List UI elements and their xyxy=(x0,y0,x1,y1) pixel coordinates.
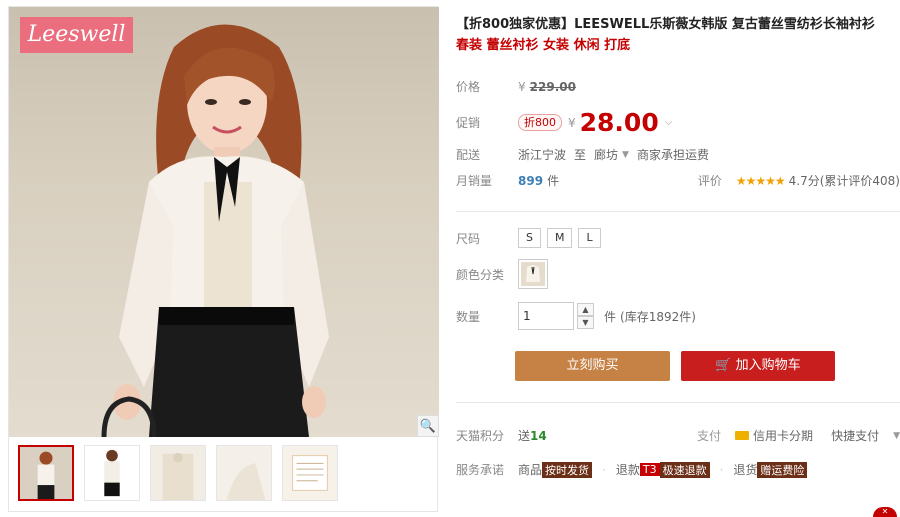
size-option-s[interactable]: S xyxy=(518,228,541,248)
size-option-l[interactable]: L xyxy=(578,228,601,248)
sales-unit: 件 xyxy=(547,174,560,188)
t3-badge: T3 xyxy=(639,463,660,476)
payment-label: 支付 xyxy=(697,429,722,443)
increment-icon[interactable]: ▲ xyxy=(577,303,594,316)
size-row: 尺码 S M L xyxy=(456,228,607,248)
on-time-delivery-tag[interactable]: 按时发货 xyxy=(542,461,593,478)
goods-prefix: 商品 xyxy=(518,463,543,477)
price-label: 价格 xyxy=(456,80,481,94)
shipping-destination[interactable]: 廊坊 xyxy=(594,146,618,163)
color-row: 颜色分类 xyxy=(456,259,548,289)
stock-info: (库存1892件) xyxy=(620,309,696,324)
tmall-points-label: 天猫积分 xyxy=(456,429,505,443)
color-swatch[interactable] xyxy=(518,259,548,289)
promo-price: 28.00 xyxy=(579,108,659,137)
separator: · xyxy=(602,462,606,477)
shipping-to-word: 至 xyxy=(574,148,587,162)
chevron-down-icon[interactable]: ▼ xyxy=(893,431,900,441)
product-gallery: Leeswell 🔍 xyxy=(8,6,439,512)
feedback-icon[interactable]: ✕ xyxy=(873,507,897,517)
sales-count: 899 xyxy=(518,173,544,188)
return-prefix: 退货 xyxy=(733,463,758,477)
rating-count[interactable]: (累计评价408) xyxy=(820,172,900,189)
divider xyxy=(456,211,900,212)
credit-card-icon xyxy=(735,431,750,440)
size-option-m[interactable]: M xyxy=(546,228,573,248)
main-product-image[interactable]: Leeswell 🔍 xyxy=(9,7,439,437)
fast-refund-tag[interactable]: 极速退款 xyxy=(659,461,710,478)
thumbnail-4[interactable] xyxy=(216,445,272,501)
brand-logo: Leeswell xyxy=(20,17,133,53)
service-label: 服务承诺 xyxy=(456,463,505,477)
cart-icon: 🛒 xyxy=(715,358,732,373)
points-value: 14 xyxy=(530,428,547,443)
refund-prefix: 退款 xyxy=(615,463,640,477)
blouse-icon xyxy=(521,262,545,286)
divider xyxy=(456,402,900,403)
color-label: 颜色分类 xyxy=(456,267,505,282)
thumbnail-3[interactable] xyxy=(150,445,206,501)
promo-currency: ¥ xyxy=(568,115,576,130)
add-to-cart-button[interactable]: 🛒 加入购物车 xyxy=(681,351,835,381)
quantity-row: 数量 ▲ ▼ 件 (库存1892件) xyxy=(456,302,696,330)
price-currency: ¥ xyxy=(518,79,526,94)
product-title: 【折800独家优惠】LEESWELL乐斯薇女韩版 复古蕾丝雪纺衫长袖衬衫 xyxy=(456,17,875,32)
thumbnail-2[interactable] xyxy=(84,445,140,501)
thumbnail-5[interactable] xyxy=(282,445,338,501)
chevron-down-icon[interactable]: ▼ xyxy=(622,150,629,160)
size-label: 尺码 xyxy=(456,231,481,246)
return-insurance-tag[interactable]: 赠运费险 xyxy=(757,461,808,478)
promo-badge: 折800 xyxy=(518,114,562,131)
quantity-label: 数量 xyxy=(456,309,481,324)
product-info-panel: 【折800独家优惠】LEESWELL乐斯薇女韩版 复古蕾丝雪纺衫长袖衬衫 春装 … xyxy=(456,14,900,478)
add-to-cart-label: 加入购物车 xyxy=(735,358,801,373)
points-prefix: 送 xyxy=(518,429,531,443)
zoom-icon[interactable]: 🔍 xyxy=(417,415,439,437)
quantity-input[interactable] xyxy=(518,302,574,330)
rating-stars: ★★★★★ xyxy=(735,173,786,188)
rating-label: 评价 xyxy=(697,174,722,188)
product-subtitle: 春装 蕾丝衬衫 女装 休闲 打底 xyxy=(456,38,631,53)
sales-label: 月销量 xyxy=(456,174,493,188)
price-row: 价格 ¥ 229.00 xyxy=(456,78,576,95)
shipping-fee: 商家承担运费 xyxy=(636,148,709,162)
quantity-unit: 件 xyxy=(604,309,617,324)
original-price: 229.00 xyxy=(529,79,576,94)
model-photo xyxy=(101,24,329,437)
promo-row: 促销 折800 ¥ 28.00 ⌵ xyxy=(456,108,672,137)
decrement-icon[interactable]: ▼ xyxy=(577,316,594,329)
sales-row: 月销量 899 件 评价 ★★★★★ 4.7分 (累计评价408) xyxy=(456,172,900,189)
credit-installment[interactable]: 信用卡分期 xyxy=(753,427,813,444)
shipping-label: 配送 xyxy=(456,148,481,162)
points-payment-row: 天猫积分 送 14 支付 信用卡分期 快捷支付 ▼ xyxy=(456,427,900,444)
thumbnail-strip xyxy=(9,445,439,507)
shipping-from: 浙江宁波 xyxy=(518,148,567,162)
quantity-stepper: ▲ ▼ xyxy=(577,303,594,329)
shipping-row: 配送 浙江宁波 至 廊坊 ▼ 商家承担运费 xyxy=(456,146,709,163)
rating-score: 4.7分 xyxy=(788,174,820,188)
buy-now-button[interactable]: 立刻购买 xyxy=(515,351,670,381)
thumbnail-1[interactable] xyxy=(18,445,74,501)
quick-pay[interactable]: 快捷支付 xyxy=(831,427,879,444)
service-row: 服务承诺 商品 按时发货 · 退款 T3 极速退款 · 退货 赠运费险 xyxy=(456,461,808,478)
promo-label: 促销 xyxy=(456,116,481,130)
chevron-down-icon[interactable]: ⌵ xyxy=(665,117,673,128)
separator: · xyxy=(719,462,724,477)
